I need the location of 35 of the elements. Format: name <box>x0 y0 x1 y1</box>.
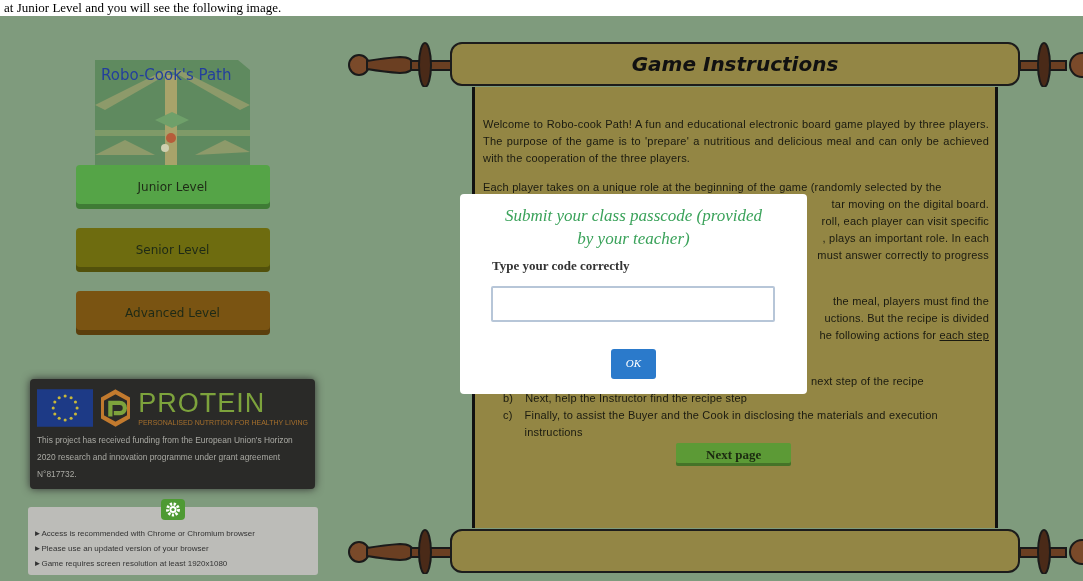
next-page-button[interactable]: Next page <box>676 443 792 466</box>
instructions-title: Game Instructions <box>631 51 839 78</box>
instruction-line: next step of the recipe <box>811 375 924 387</box>
field-label: Type your code correctly <box>492 257 631 275</box>
instruction-line: uctions. But the recipe is divided <box>824 312 989 324</box>
intro-paragraph: Welcome to Robo-cook Path! A fun and educational electronic board game played by three players. The purpose of the game is to 'prepare' a nutritious and delicious meal and can only be achieved with the cooperation of the three players. <box>483 117 989 166</box>
scroll-handle-icon <box>345 528 450 574</box>
instruction-line: , plays an important role. In each <box>822 232 989 244</box>
notice-text: ►Access is recommended with Chrome or Chromium browser <box>33 528 256 540</box>
notice-text: ►Please use an updated version of your browser <box>33 543 210 555</box>
ok-button[interactable]: OK <box>611 348 656 379</box>
eu-flag-icon <box>37 386 94 430</box>
instruction-line: Each player takes on a unique role at the beginning of the game (randomly selected by the <box>483 181 942 193</box>
instruction-line: he following actions for each step <box>819 329 989 341</box>
list-marker: b) <box>503 391 514 406</box>
brand-name: PROTEIN <box>138 387 267 418</box>
passcode-input-field[interactable] <box>491 285 775 322</box>
list-item-text: Finally, to assist the Buyer and the Cook in disclosing the materials and execution instructions <box>524 408 939 440</box>
level-button[interactable]: Advanced Level <box>75 291 270 335</box>
funding-text: This project has received funding from the European Union's Horizon 2020 research and innovation programme under grant agreement N°817732. <box>37 434 294 481</box>
list-item-text: Next, help the Instructor find the recipe step <box>525 391 748 406</box>
list-marker: c) <box>503 408 513 423</box>
caption-text: at Junior Level and you will see the following image. <box>3 0 283 15</box>
settings-icon[interactable] <box>160 499 185 520</box>
instruction-line: roll, each player can visit specific <box>821 215 989 227</box>
instruction-line: must answer correctly to progress <box>817 249 989 261</box>
scroll-handle-icon <box>1020 528 1083 574</box>
level-button[interactable]: Junior Level <box>75 165 270 209</box>
game-title: Robo-Cook's Path <box>101 65 232 86</box>
level-button[interactable]: Senior Level <box>75 228 270 272</box>
notice-text: ►Game requires screen resolution at least 1920x1080 <box>33 558 229 570</box>
protein-logo-icon <box>101 388 131 428</box>
instruction-line: the meal, players must find the <box>833 295 989 307</box>
instruction-line: tar moving on the digital board. <box>831 198 989 210</box>
dialog-title: Submit your class passcode (provided by your teacher) <box>503 205 764 250</box>
